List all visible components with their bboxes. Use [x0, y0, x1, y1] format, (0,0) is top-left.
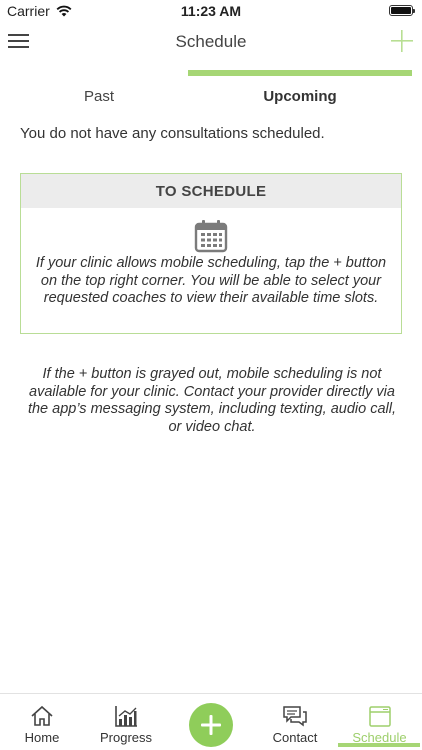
tab-past[interactable]: Past: [0, 88, 198, 105]
tab-home[interactable]: Home: [0, 694, 84, 750]
tab-contact-label: Contact: [272, 730, 318, 745]
to-schedule-card: TO SCHEDULE If your clinic allows mobile…: [20, 173, 402, 334]
tab-home-label: Home: [24, 730, 60, 745]
calendar-icon: [368, 706, 391, 727]
add-appointment-button[interactable]: [390, 28, 414, 54]
nav-bar: Schedule: [0, 22, 422, 62]
segment-tabs: Past Upcoming: [0, 70, 422, 110]
active-tab-indicator: [188, 70, 412, 76]
calendar-icon: [194, 220, 228, 253]
tab-schedule[interactable]: Schedule: [337, 694, 422, 750]
scheduling-instructions: If your clinic allows mobile scheduling,…: [35, 255, 387, 306]
plus-icon: [201, 715, 221, 735]
center-add-button[interactable]: [189, 703, 233, 747]
status-time: 11:23 AM: [180, 3, 242, 19]
tab-progress[interactable]: Progress: [84, 694, 168, 750]
battery-icon: [389, 5, 415, 16]
active-tab-underline: [338, 743, 420, 747]
to-schedule-header: TO SCHEDULE: [21, 174, 401, 208]
plus-icon: [391, 30, 413, 52]
status-bar: Carrier 11:23 AM: [0, 0, 422, 22]
home-icon: [31, 705, 53, 726]
empty-consultations-message: You do not have any consultations schedu…: [20, 125, 325, 142]
progress-chart-icon: [115, 706, 137, 727]
tab-upcoming[interactable]: Upcoming: [188, 88, 412, 105]
page-title: Schedule: [175, 32, 247, 51]
scheduling-note: If the + button is grayed out, mobile sc…: [27, 366, 397, 435]
chat-bubbles-icon: [283, 706, 307, 727]
tab-progress-label: Progress: [99, 730, 153, 745]
bottom-tab-bar: Home Progress Contact Schedule: [0, 693, 422, 750]
tab-contact[interactable]: Contact: [253, 694, 337, 750]
